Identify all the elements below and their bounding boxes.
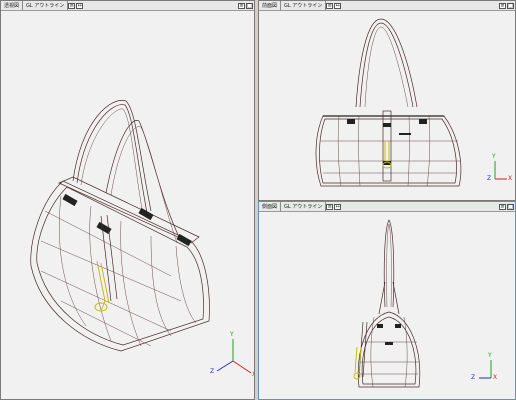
axis-z-label: Z xyxy=(487,175,492,182)
axis-z-label: Z xyxy=(210,368,215,375)
axis-y-label: Y xyxy=(492,153,496,160)
axis-z-label: Z xyxy=(471,374,476,381)
perspective-viewport[interactable]: 透視図 GL アウトライン ≡ ↔ ≡ □ Y X Z xyxy=(0,0,255,400)
axis-x-label: X xyxy=(493,374,498,381)
axis-gizmo xyxy=(494,161,507,180)
axis-y-label: Y xyxy=(230,331,234,338)
axis-x-label: X xyxy=(252,371,254,378)
axis-x-label: X xyxy=(508,175,513,182)
axis-gizmo xyxy=(479,360,492,379)
axis-y-label: Y xyxy=(488,352,492,359)
axis-gizmo xyxy=(216,339,252,374)
side-viewport[interactable]: 側面図 GL アウトライン ≡ ↔ ≡ □ Y Z X xyxy=(258,201,516,400)
front-viewport[interactable]: 前面図 GL アウトライン ≡ ↔ ≡ □ Y Z X xyxy=(258,0,516,201)
